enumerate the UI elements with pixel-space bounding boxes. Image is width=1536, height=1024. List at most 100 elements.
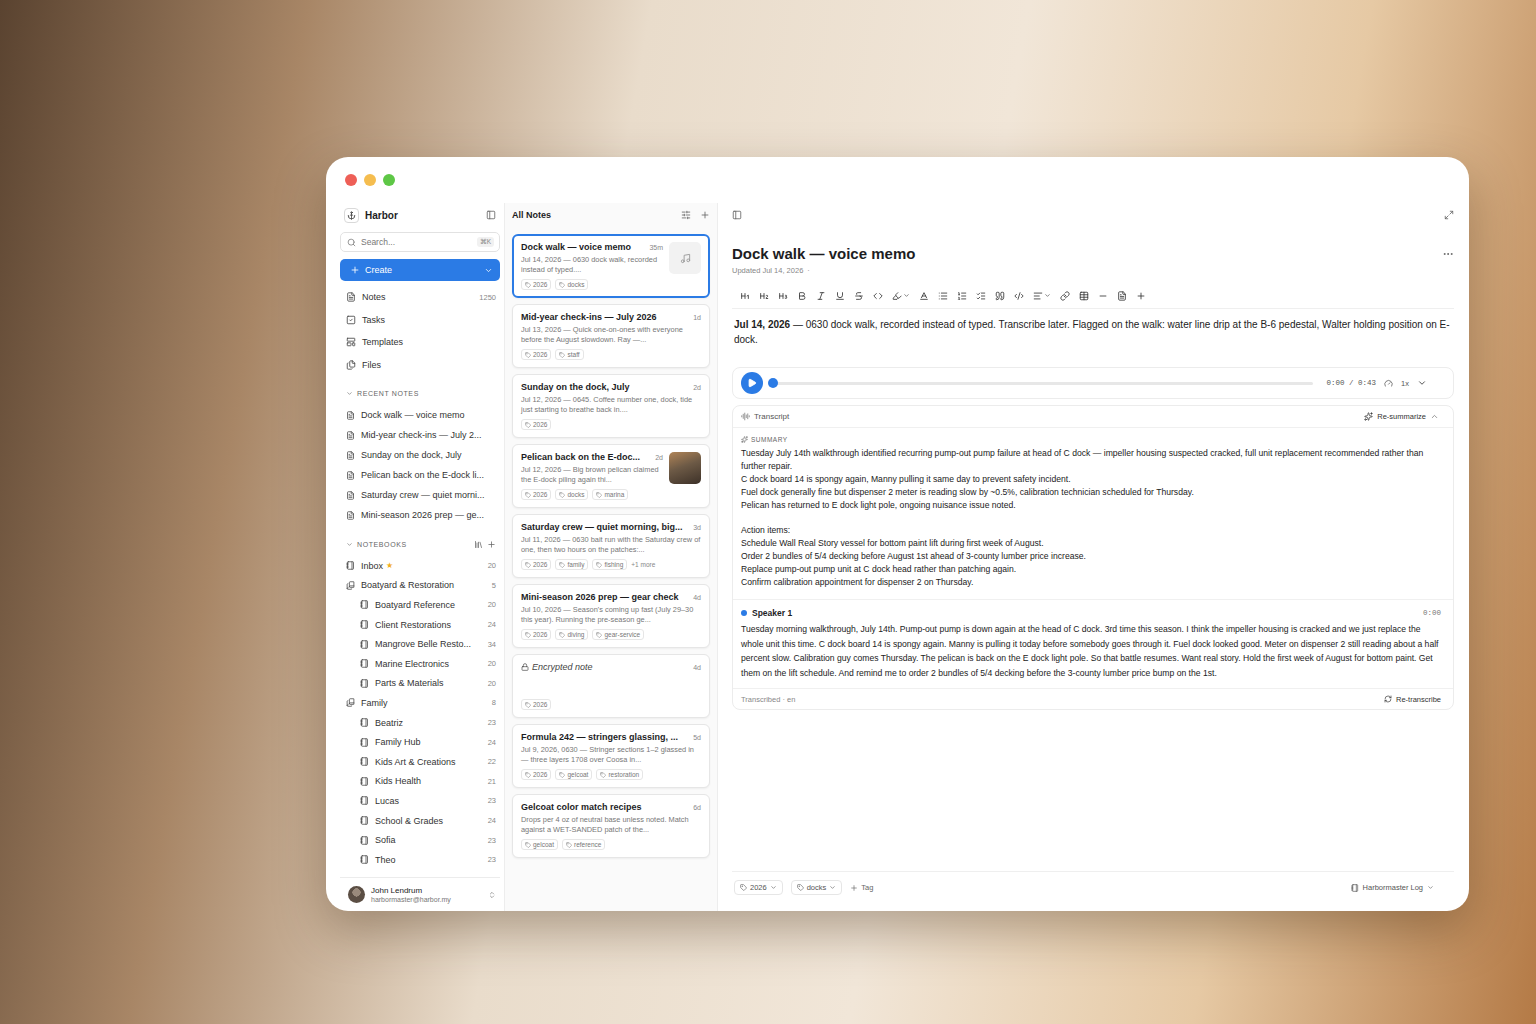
tag-chip[interactable]: gear-service xyxy=(592,629,644,640)
progress-knob[interactable] xyxy=(768,378,778,388)
note-card[interactable]: Mini-season 2026 prep — gear check4dJul … xyxy=(512,584,710,648)
close-button[interactable] xyxy=(345,174,357,186)
nav-item[interactable]: Tasks xyxy=(340,309,500,332)
toolbar-button[interactable] xyxy=(1033,291,1051,301)
tag-chip[interactable]: 2026 xyxy=(521,279,551,290)
notebook-item[interactable]: Mangrove Belle Resto...34 xyxy=(340,634,500,654)
recent-item[interactable]: Sunday on the dock, July xyxy=(340,445,500,465)
toolbar-button[interactable] xyxy=(816,291,826,301)
tag-chip[interactable]: 2026 xyxy=(521,489,551,500)
tag-chip[interactable]: docks xyxy=(791,880,843,895)
note-card[interactable]: Mid-year check-ins — July 20261dJul 13, … xyxy=(512,304,710,368)
note-card[interactable]: Formula 242 — stringers glassing, ...5dJ… xyxy=(512,724,710,788)
speaker-time[interactable]: 0:00 xyxy=(1423,609,1441,617)
tag-chip[interactable]: docks xyxy=(555,279,588,290)
tag-chip[interactable]: 2026 xyxy=(521,419,551,430)
tag-chip[interactable]: docks xyxy=(555,489,588,500)
resummarize-button[interactable]: Re-summarize xyxy=(1364,412,1426,421)
toggle-list-button[interactable] xyxy=(732,210,742,220)
chevron-down-icon[interactable] xyxy=(346,541,353,548)
note-card[interactable]: Sunday on the dock, July2dJul 12, 2026 —… xyxy=(512,374,710,438)
plus-icon[interactable] xyxy=(487,540,496,549)
more-tags[interactable]: +1 more xyxy=(631,561,655,568)
toolbar-button[interactable] xyxy=(1079,291,1089,301)
toolbar-button[interactable] xyxy=(854,291,864,301)
recent-item[interactable]: Mid-year check-ins — July 2... xyxy=(340,425,500,445)
toolbar-button[interactable] xyxy=(778,291,788,301)
tag-chip[interactable]: 2026 xyxy=(734,880,783,895)
filter-button[interactable] xyxy=(681,210,691,220)
notebook-item[interactable]: Family Hub24 xyxy=(340,732,500,752)
tag-chip[interactable]: 2026 xyxy=(521,559,551,570)
recent-heading[interactable]: RECENT NOTES xyxy=(340,386,500,400)
tag-chip[interactable]: family xyxy=(555,559,588,570)
notebook-item[interactable]: Kids Health21 xyxy=(340,772,500,792)
toolbar-button[interactable] xyxy=(1136,291,1146,301)
notebook-item[interactable]: Kids Art & Creations22 xyxy=(340,752,500,772)
notebook-item[interactable]: Lucas23 xyxy=(340,791,500,811)
chevron-down-icon[interactable] xyxy=(1417,378,1427,388)
notebook-selector[interactable]: Harbormaster Log xyxy=(1351,883,1434,892)
retranscribe-button[interactable]: Re-transcribe xyxy=(1384,695,1441,704)
tag-chip[interactable]: gelcoat xyxy=(521,839,558,850)
nav-item[interactable]: Templates xyxy=(340,331,500,354)
note-card[interactable]: Gelcoat color match recipes6dDrops per 4… xyxy=(512,794,710,858)
toolbar-button[interactable] xyxy=(919,291,929,301)
expand-button[interactable] xyxy=(1444,210,1454,220)
search-field[interactable]: Search...⌘K xyxy=(340,232,500,252)
notebook-item[interactable]: Boatyard Reference20 xyxy=(340,595,500,615)
recent-item[interactable]: Mini-season 2026 prep — ge... xyxy=(340,505,500,525)
note-card[interactable]: Pelican back on the E-doc...2dJul 12, 20… xyxy=(512,444,710,508)
nav-item[interactable]: Files xyxy=(340,354,500,377)
nav-item[interactable]: Notes1250 xyxy=(340,286,500,309)
notebook-item[interactable]: Parts & Materials20 xyxy=(340,674,500,694)
sidebar-toggle[interactable] xyxy=(486,210,496,220)
notebook-item[interactable]: Beatriz23 xyxy=(340,713,500,733)
tag-chip[interactable]: staff xyxy=(555,349,583,360)
toolbar-button[interactable] xyxy=(1117,291,1127,301)
recent-item[interactable]: Pelican back on the E-dock li... xyxy=(340,465,500,485)
note-title[interactable]: Dock walk — voice memo xyxy=(732,245,915,262)
note-card[interactable]: Dock walk — voice memo35mJul 14, 2026 — … xyxy=(512,234,710,298)
toolbar-button[interactable] xyxy=(1098,291,1108,301)
tag-chip[interactable]: gelcoat xyxy=(555,769,592,780)
new-note-button[interactable] xyxy=(700,210,710,220)
tag-chip[interactable]: reference xyxy=(562,839,605,850)
toolbar-button[interactable] xyxy=(976,291,986,301)
playback-speed[interactable]: 1x xyxy=(1401,379,1409,388)
progress-track[interactable] xyxy=(773,382,1313,385)
user-menu[interactable]: John Lendrumharbormaster@harbor.my xyxy=(340,877,500,911)
note-card[interactable]: Saturday crew — quiet morning, big...3dJ… xyxy=(512,514,710,578)
tag-chip[interactable]: marina xyxy=(592,489,628,500)
tag-chip[interactable]: 2026 xyxy=(521,769,551,780)
toolbar-button[interactable] xyxy=(995,291,1005,301)
tag-chip[interactable]: 2026 xyxy=(521,349,551,360)
toolbar-button[interactable] xyxy=(1014,291,1024,301)
notebook-item[interactable]: Marine Electronics20 xyxy=(340,654,500,674)
toolbar-button[interactable] xyxy=(938,291,948,301)
toolbar-button[interactable] xyxy=(759,291,769,301)
notebook-group[interactable]: Family8 xyxy=(340,693,500,713)
tag-chip[interactable]: 2026 xyxy=(521,629,551,640)
minimize-button[interactable] xyxy=(364,174,376,186)
library-icon[interactable] xyxy=(474,540,483,549)
notebook-item[interactable]: Sofia23 xyxy=(340,830,500,850)
notebook-item[interactable]: School & Grades24 xyxy=(340,811,500,831)
note-body[interactable]: Jul 14, 2026 — 0630 dock walk, recorded … xyxy=(734,317,1454,347)
toolbar-button[interactable] xyxy=(892,291,910,301)
notebook-item[interactable]: Client Restorations24 xyxy=(340,615,500,635)
toolbar-button[interactable] xyxy=(957,291,967,301)
recent-item[interactable]: Saturday crew — quiet morni... xyxy=(340,485,500,505)
note-card[interactable]: Encrypted note4d2026 xyxy=(512,654,710,718)
toolbar-button[interactable] xyxy=(797,291,807,301)
create-button[interactable]: Create xyxy=(340,259,500,281)
notebook-item[interactable]: Theo23 xyxy=(340,850,500,870)
play-button[interactable] xyxy=(741,372,763,394)
tag-chip[interactable]: fishing xyxy=(592,559,627,570)
toolbar-button[interactable] xyxy=(1060,291,1070,301)
tag-chip[interactable]: diving xyxy=(555,629,588,640)
zoom-button[interactable] xyxy=(383,174,395,186)
tag-chip[interactable]: 2026 xyxy=(521,699,551,710)
notebook-group[interactable]: Boatyard & Restoration5 xyxy=(340,576,500,596)
tag-chip[interactable]: restoration xyxy=(596,769,643,780)
